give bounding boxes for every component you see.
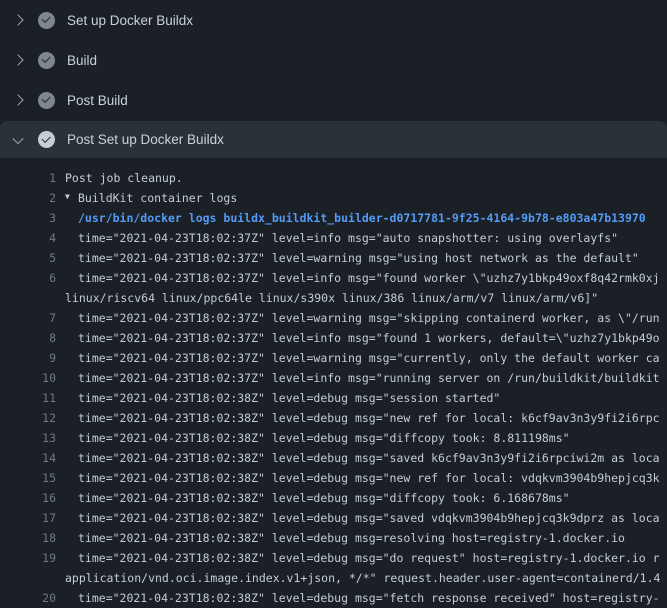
line-number[interactable]: 1 xyxy=(0,168,56,188)
chevron-glyph xyxy=(12,14,23,25)
chevron-right-icon xyxy=(12,56,24,64)
log-line: 20time="2021-04-23T18:02:38Z" level=debu… xyxy=(0,588,667,608)
line-number[interactable]: 2 xyxy=(0,188,56,208)
log-group-toggle[interactable]: 2▼BuildKit container logs xyxy=(0,188,667,208)
log-text: time="2021-04-23T18:02:37Z" level=info m… xyxy=(56,368,660,388)
log-line: 1Post job cleanup. xyxy=(0,168,667,188)
line-number[interactable]: 13 xyxy=(0,428,56,448)
line-number[interactable]: 8 xyxy=(0,328,56,348)
actions-log-viewer: Set up Docker Buildx Build Post Build Post … xyxy=(0,0,667,600)
chevron-right-icon xyxy=(12,16,24,24)
line-number[interactable]: 3 xyxy=(0,208,56,228)
log-line: 13time="2021-04-23T18:02:38Z" level=debu… xyxy=(0,428,667,448)
line-number[interactable]: 14 xyxy=(0,448,56,468)
log-line: 4time="2021-04-23T18:02:37Z" level=info … xyxy=(0,228,667,248)
triangle-down-icon: ▼ xyxy=(56,188,78,207)
section-header-set-up-docker-buildx[interactable]: Set up Docker Buildx xyxy=(0,0,667,40)
log-text: time="2021-04-23T18:02:37Z" level=info m… xyxy=(56,228,618,248)
line-number[interactable]: 6 xyxy=(0,268,56,288)
log-line: 11time="2021-04-23T18:02:38Z" level=debu… xyxy=(0,388,667,408)
log-line: 10time="2021-04-23T18:02:37Z" level=info… xyxy=(0,368,667,388)
log-text: BuildKit container logs xyxy=(78,188,237,208)
log-line: linux/riscv64 linux/ppc64le linux/s390x … xyxy=(0,288,667,308)
log-text: time="2021-04-23T18:02:37Z" level=info m… xyxy=(56,328,660,348)
chevron-glyph xyxy=(12,54,23,65)
log-line: 9time="2021-04-23T18:02:37Z" level=warni… xyxy=(0,348,667,368)
log-text: time="2021-04-23T18:02:37Z" level=warnin… xyxy=(56,248,639,268)
log-text: time="2021-04-23T18:02:37Z" level=warnin… xyxy=(56,348,660,368)
line-number[interactable]: 20 xyxy=(0,588,56,608)
section-label: Post Set up Docker Buildx xyxy=(67,132,224,147)
log-line: 14time="2021-04-23T18:02:38Z" level=debu… xyxy=(0,448,667,468)
log-line: 8time="2021-04-23T18:02:37Z" level=info … xyxy=(0,328,667,348)
log-text: Post job cleanup. xyxy=(56,168,183,188)
log-line: 17time="2021-04-23T18:02:38Z" level=debu… xyxy=(0,508,667,528)
log-line: 19time="2021-04-23T18:02:38Z" level=debu… xyxy=(0,548,667,568)
log-line: 16time="2021-04-23T18:02:38Z" level=debu… xyxy=(0,488,667,508)
line-number xyxy=(0,288,56,308)
log-text: time="2021-04-23T18:02:38Z" level=debug … xyxy=(56,468,660,488)
log-text: time="2021-04-23T18:02:38Z" level=debug … xyxy=(56,548,660,568)
chevron-glyph xyxy=(12,132,23,143)
log-text: application/vnd.oci.image.index.v1+json,… xyxy=(56,568,660,588)
line-number[interactable]: 17 xyxy=(0,508,56,528)
log-text: time="2021-04-23T18:02:38Z" level=debug … xyxy=(56,488,570,508)
log-text: time="2021-04-23T18:02:38Z" level=debug … xyxy=(56,588,660,608)
section-header-post-build[interactable]: Post Build xyxy=(0,80,667,120)
section-label: Build xyxy=(67,53,97,68)
log-text: time="2021-04-23T18:02:37Z" level=info m… xyxy=(56,268,660,288)
log-text: linux/riscv64 linux/ppc64le linux/s390x … xyxy=(56,288,598,308)
log-line: 18time="2021-04-23T18:02:38Z" level=debu… xyxy=(0,528,667,548)
log-output: 1Post job cleanup.2▼BuildKit container l… xyxy=(0,158,667,608)
line-number[interactable]: 4 xyxy=(0,228,56,248)
line-number[interactable]: 5 xyxy=(0,248,56,268)
step-list: Set up Docker Buildx Build Post Build Post … xyxy=(0,0,667,158)
chevron-down-icon xyxy=(12,136,24,144)
log-line: 3/usr/bin/docker logs buildx_buildkit_bu… xyxy=(0,208,667,228)
log-line: 5time="2021-04-23T18:02:37Z" level=warni… xyxy=(0,248,667,268)
chevron-right-icon xyxy=(12,96,24,104)
log-text: time="2021-04-23T18:02:38Z" level=debug … xyxy=(56,508,660,528)
log-text: time="2021-04-23T18:02:38Z" level=debug … xyxy=(56,528,625,548)
log-line: 12time="2021-04-23T18:02:38Z" level=debu… xyxy=(0,408,667,428)
log-text: time="2021-04-23T18:02:38Z" level=debug … xyxy=(56,388,500,408)
line-number[interactable]: 9 xyxy=(0,348,56,368)
log-text: time="2021-04-23T18:02:37Z" level=warnin… xyxy=(56,308,660,328)
line-number[interactable]: 19 xyxy=(0,548,56,568)
log-line: 7time="2021-04-23T18:02:37Z" level=warni… xyxy=(0,308,667,328)
log-command-text: /usr/bin/docker logs buildx_buildkit_bui… xyxy=(56,208,646,228)
section-label: Post Build xyxy=(67,93,128,108)
line-number[interactable]: 12 xyxy=(0,408,56,428)
log-line: 15time="2021-04-23T18:02:38Z" level=debu… xyxy=(0,468,667,488)
chevron-glyph xyxy=(12,94,23,105)
check-circle-icon xyxy=(38,131,55,148)
log-text: time="2021-04-23T18:02:38Z" level=debug … xyxy=(56,408,660,428)
log-text: time="2021-04-23T18:02:38Z" level=debug … xyxy=(56,448,660,468)
log-line: application/vnd.oci.image.index.v1+json,… xyxy=(0,568,667,588)
line-number[interactable]: 15 xyxy=(0,468,56,488)
line-number[interactable]: 10 xyxy=(0,368,56,388)
section-header-build[interactable]: Build xyxy=(0,40,667,80)
section-header-post-set-up-docker-buildx[interactable]: Post Set up Docker Buildx xyxy=(0,121,667,158)
check-circle-icon xyxy=(38,12,55,29)
line-number[interactable]: 11 xyxy=(0,388,56,408)
section-label: Set up Docker Buildx xyxy=(67,13,193,28)
line-number[interactable]: 16 xyxy=(0,488,56,508)
line-number xyxy=(0,568,56,588)
line-number[interactable]: 18 xyxy=(0,528,56,548)
log-text: time="2021-04-23T18:02:38Z" level=debug … xyxy=(56,428,570,448)
log-line: 6time="2021-04-23T18:02:37Z" level=info … xyxy=(0,268,667,288)
line-number[interactable]: 7 xyxy=(0,308,56,328)
check-circle-icon xyxy=(38,52,55,69)
check-circle-icon xyxy=(38,92,55,109)
